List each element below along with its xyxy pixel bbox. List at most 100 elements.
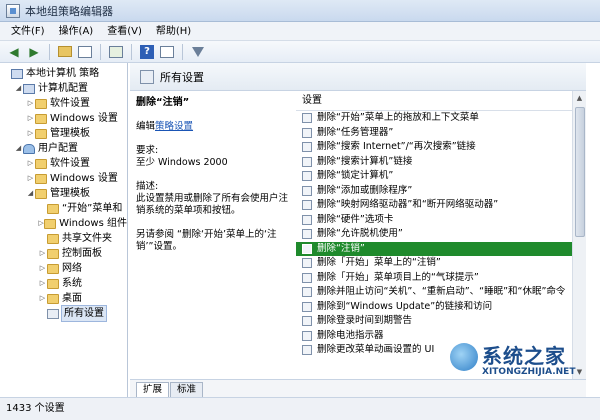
setting-row[interactable]: 删除“允许脱机使用” xyxy=(296,227,572,242)
policy-editor-icon xyxy=(6,3,20,18)
menu-help[interactable]: 帮助(H) xyxy=(149,22,198,41)
policy-setting-icon xyxy=(302,127,312,138)
setting-row[interactable]: 删除到“Windows Update”的链接和访问 xyxy=(296,300,572,315)
setting-row[interactable]: 删除“搜索计算机”链接 xyxy=(296,155,572,170)
folder-icon xyxy=(35,128,47,139)
expand-icon[interactable]: ▷ xyxy=(38,246,47,261)
properties-icon[interactable] xyxy=(159,44,175,60)
tree-item[interactable]: ▷ Windows 设置 xyxy=(0,111,127,126)
tree-item-label: 计算机配置 xyxy=(38,83,88,94)
tree-item[interactable]: ▷ 桌面 xyxy=(0,291,127,306)
tree-item-label: 网络 xyxy=(62,263,82,274)
watermark-url: XITONGZHIJIA.NET xyxy=(482,367,576,377)
edit-policy-link[interactable]: 策略设置 xyxy=(155,121,193,132)
folder-icon xyxy=(47,263,59,274)
setting-label: 删除「开始」菜单上的“注销” xyxy=(317,257,441,268)
collapse-icon[interactable]: ◢ xyxy=(26,186,35,201)
tree-item[interactable]: ▷ 网络 xyxy=(0,261,127,276)
show-hide-tree-icon[interactable] xyxy=(77,44,93,60)
tree-item[interactable]: 所有设置 xyxy=(0,305,127,322)
setting-row[interactable]: 删除“开始”菜单上的拖放和上下文菜单 xyxy=(296,111,572,126)
expand-icon[interactable]: ▷ xyxy=(26,156,35,171)
tab-extended[interactable]: 扩展 xyxy=(136,382,170,397)
setting-row[interactable]: 删除“硬件”选项卡 xyxy=(296,213,572,228)
policy-setting-icon xyxy=(302,345,312,356)
navigation-tree: 本地计算机 策略 ◢ 计算机配置 ▷ 软件设置 ▷ Windows 设置 ▷ 管理模板 ◢ 用户配置… xyxy=(0,63,128,397)
setting-row[interactable]: 删除登录时间到期警告 xyxy=(296,314,572,329)
edit-policy-line: 编辑策略设置 xyxy=(136,121,289,133)
tree-item-label: 软件设置 xyxy=(50,98,90,109)
setting-row[interactable]: 删除「开始」菜单项目上的“气球提示” xyxy=(296,271,572,286)
scroll-up-icon[interactable]: ▲ xyxy=(573,91,586,105)
collapse-icon[interactable]: ◢ xyxy=(14,81,23,96)
setting-row[interactable]: 删除「开始」菜单上的“注销” xyxy=(296,256,572,271)
description-label: 描述: xyxy=(136,181,159,192)
tree-item[interactable]: ▷ 系统 xyxy=(0,276,127,291)
folder-up-icon[interactable] xyxy=(57,44,73,60)
collapse-icon[interactable]: ◢ xyxy=(14,141,23,156)
tree-item-label: 控制面板 xyxy=(62,248,102,259)
setting-row[interactable]: 删除“锁定计算机” xyxy=(296,169,572,184)
scroll-thumb[interactable] xyxy=(575,107,585,237)
menu-view[interactable]: 查看(V) xyxy=(100,22,149,41)
expand-icon[interactable]: ▷ xyxy=(26,111,35,126)
tree-item[interactable]: 本地计算机 策略 xyxy=(0,66,127,81)
tree-item-label: 用户配置 xyxy=(38,143,78,154)
toolbar-separator xyxy=(182,43,183,60)
tree-item[interactable]: ◢ 计算机配置 xyxy=(0,81,127,96)
status-bar: 1433 个设置 xyxy=(0,397,600,420)
folder-icon xyxy=(35,158,47,169)
expand-icon[interactable]: ▷ xyxy=(26,126,35,141)
setting-row[interactable]: 删除“搜索 Internet”/“再次搜索”链接 xyxy=(296,140,572,155)
tree-item[interactable]: ▷ 软件设置 xyxy=(0,96,127,111)
menu-bar: 文件(F) 操作(A) 查看(V) 帮助(H) xyxy=(0,22,600,41)
tree-item[interactable]: ▷ 管理模板 xyxy=(0,126,127,141)
tree-item[interactable]: ▷ 控制面板 xyxy=(0,246,127,261)
tree-item[interactable]: “开始”菜单和 xyxy=(0,201,127,216)
help-icon[interactable]: ? xyxy=(139,44,155,60)
setting-label: 删除“搜索 Internet”/“再次搜索”链接 xyxy=(317,141,476,152)
setting-row[interactable]: 删除“映射网络驱动器”和“断开网络驱动器” xyxy=(296,198,572,213)
settings-column-header[interactable]: 设置 xyxy=(296,91,572,111)
menu-file[interactable]: 文件(F) xyxy=(4,22,52,41)
vertical-scrollbar[interactable]: ▲ ▼ xyxy=(572,91,586,379)
filter-icon[interactable] xyxy=(190,44,206,60)
back-arrow-icon[interactable]: ◀ xyxy=(6,44,22,60)
tree-item[interactable]: ▷ Windows 组件 xyxy=(0,216,127,231)
tree-item[interactable]: 共享文件夹 xyxy=(0,231,127,246)
tree-item-label: 所有设置 xyxy=(61,305,107,322)
setting-row[interactable]: 删除“任务管理器” xyxy=(296,126,572,141)
tree-item-label: Windows 设置 xyxy=(50,173,118,184)
folder-icon xyxy=(47,203,59,214)
tree-item[interactable]: ◢ 管理模板 xyxy=(0,186,127,201)
requirements-value: 至少 Windows 2000 xyxy=(136,157,228,168)
user-icon xyxy=(23,143,35,154)
tree-item-label: 系统 xyxy=(62,278,82,289)
setting-label: 删除“锁定计算机” xyxy=(317,170,394,181)
all-settings-icon xyxy=(140,69,154,84)
setting-label: 删除“任务管理器” xyxy=(317,126,394,138)
pc-icon xyxy=(11,68,23,79)
site-watermark: 系统之家 XITONGZHIJIA.NET xyxy=(450,340,600,385)
folder-icon xyxy=(35,113,47,124)
tree-item[interactable]: ▷ 软件设置 xyxy=(0,156,127,171)
pc-icon xyxy=(23,83,35,94)
expand-icon[interactable]: ▷ xyxy=(38,261,47,276)
menu-action[interactable]: 操作(A) xyxy=(52,22,101,41)
folder-icon xyxy=(47,293,59,304)
setting-row[interactable]: 删除并阻止访问“关机”、“重新启动”、“睡眠”和“休眠”命令 xyxy=(296,285,572,300)
expand-icon[interactable]: ▷ xyxy=(26,96,35,111)
settings-rows: 删除“开始”菜单上的拖放和上下文菜单 删除“任务管理器” 删除“搜索 Interne… xyxy=(296,111,572,358)
forward-arrow-icon[interactable]: ▶ xyxy=(26,44,42,60)
setting-row[interactable]: 删除“添加或删除程序” xyxy=(296,184,572,199)
expand-icon[interactable]: ▷ xyxy=(38,276,47,291)
export-icon[interactable] xyxy=(108,44,124,60)
expand-icon[interactable]: ▷ xyxy=(38,291,47,306)
tree-item[interactable]: ◢ 用户配置 xyxy=(0,141,127,156)
policy-setting-icon xyxy=(302,272,312,283)
setting-label: 删除“注销” xyxy=(317,242,365,254)
tab-standard[interactable]: 标准 xyxy=(170,382,204,397)
expand-icon[interactable]: ▷ xyxy=(26,171,35,186)
setting-row[interactable]: 删除“注销” xyxy=(296,241,572,256)
tree-item[interactable]: ▷ Windows 设置 xyxy=(0,171,127,186)
